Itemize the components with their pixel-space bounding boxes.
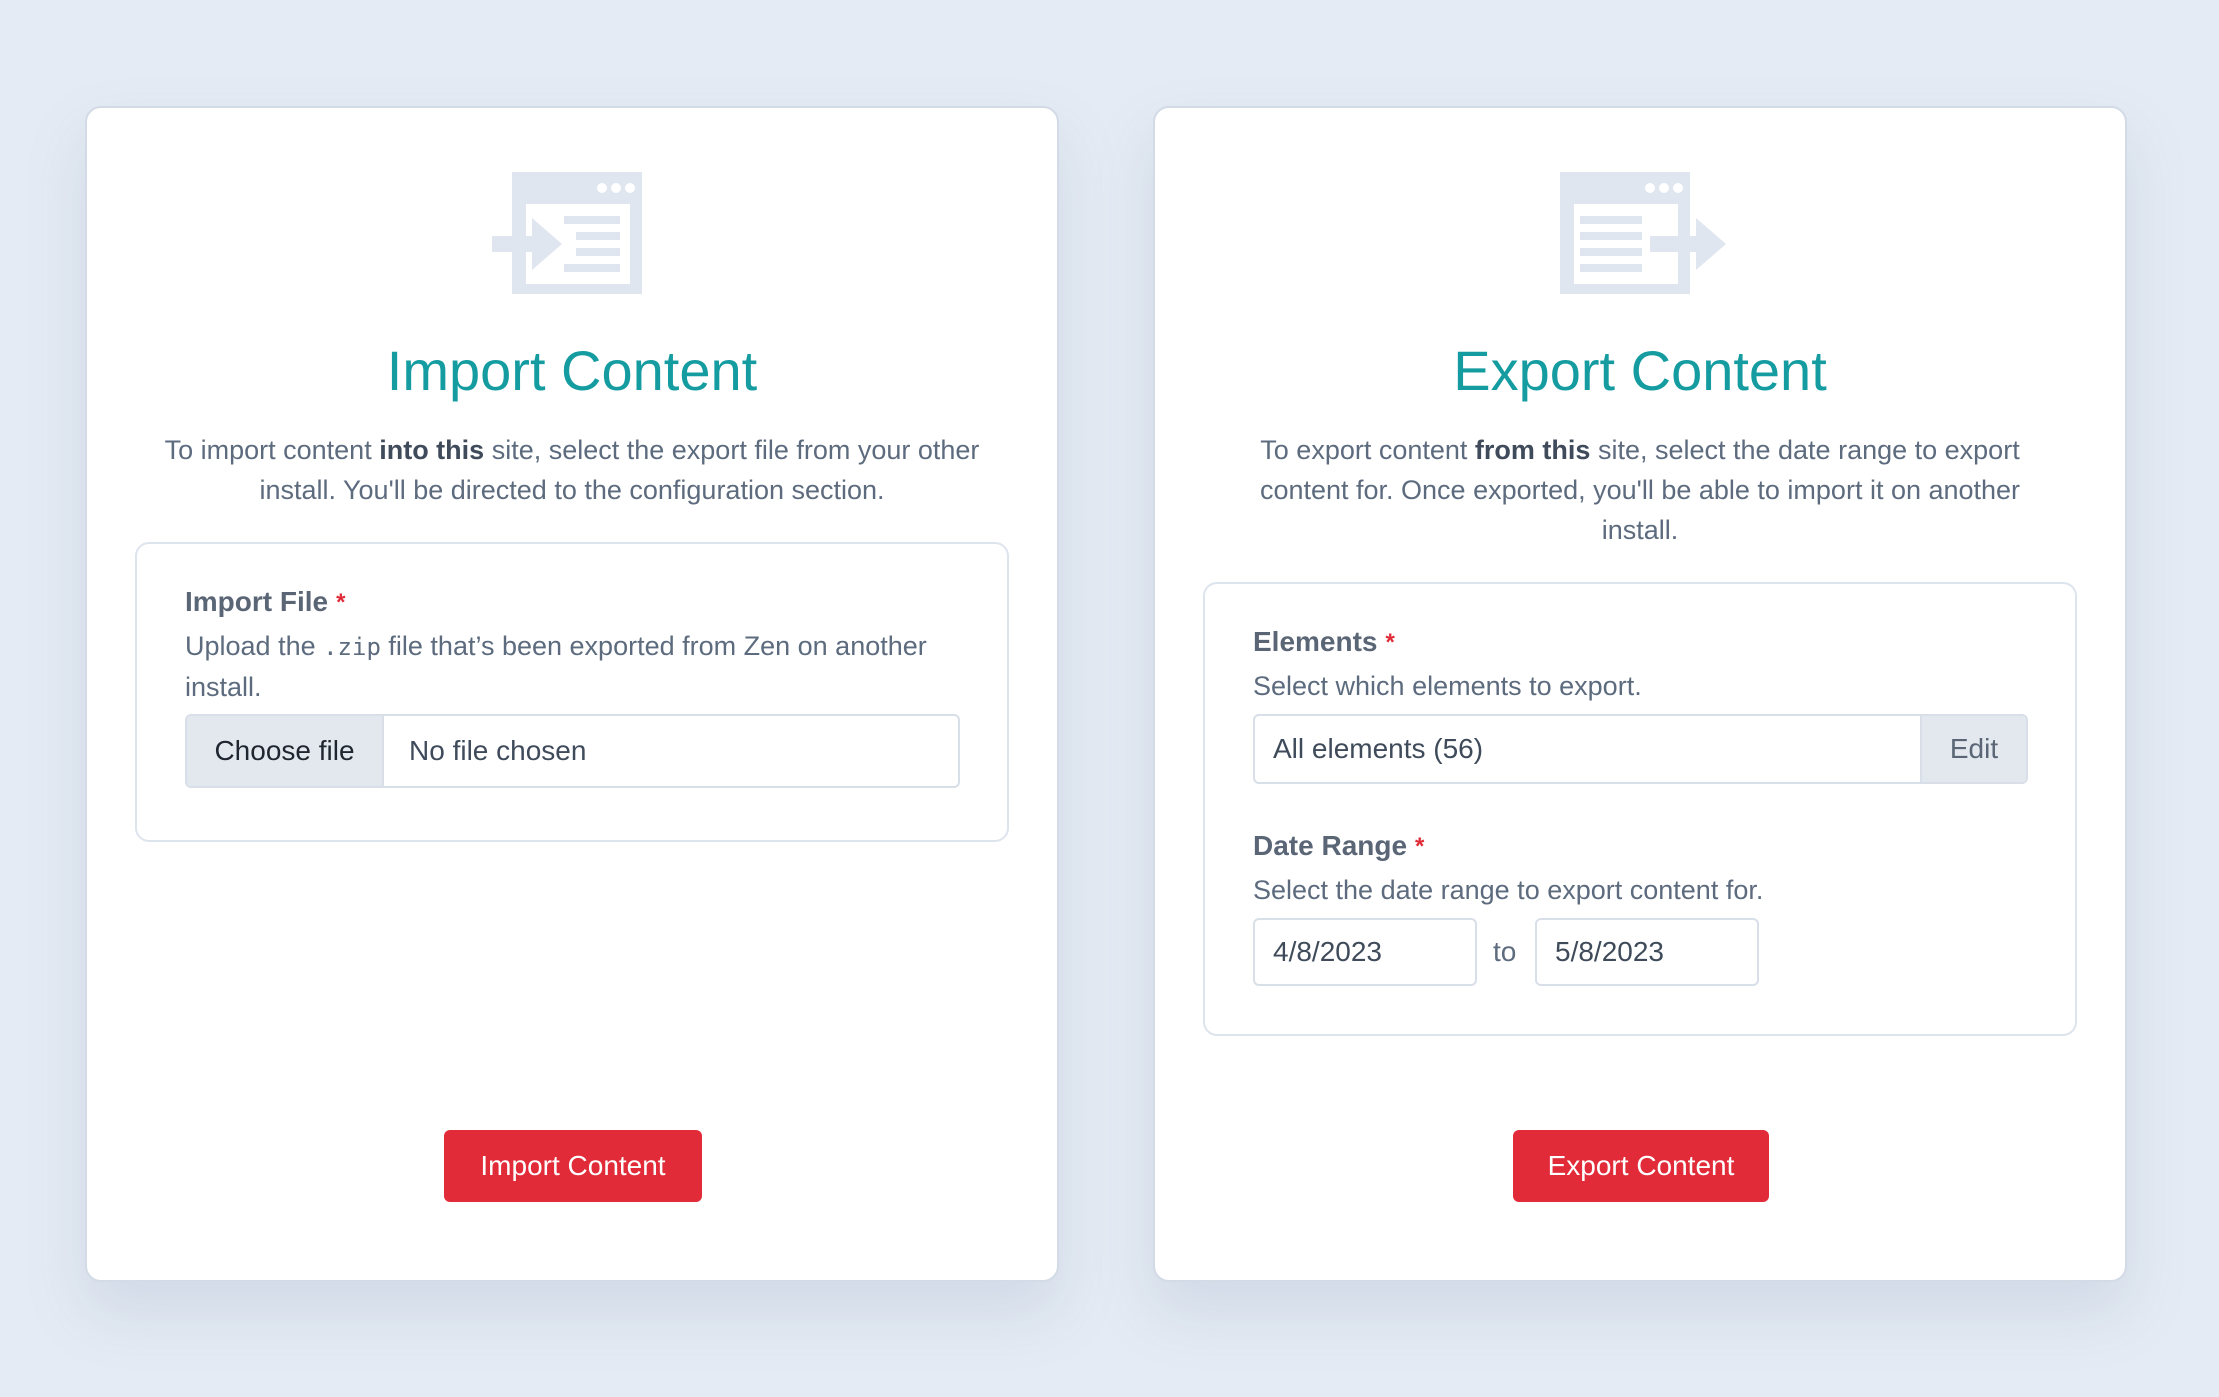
file-status: No file chosen <box>409 735 587 766</box>
export-title: Export Content <box>1453 339 1827 402</box>
export-document-icon <box>1560 172 1726 294</box>
import-file-help: Upload the .zip file that’s been exporte… <box>185 631 927 702</box>
elements-select[interactable]: All elements (56) Edit <box>1253 714 2028 784</box>
import-card: Import Content To import content into th… <box>85 106 1059 1282</box>
export-card: Export Content To export content from th… <box>1153 106 2127 1282</box>
required-indicator: * <box>336 589 346 616</box>
required-indicator: * <box>1385 629 1395 656</box>
import-file-label: Import File * <box>185 586 346 617</box>
choose-file-button[interactable]: Choose file <box>187 716 384 786</box>
date-range-label: Date Range * <box>1253 830 1425 861</box>
edit-elements-button[interactable]: Edit <box>1920 716 2026 782</box>
import-title: Import Content <box>386 339 758 402</box>
import-content-button[interactable]: Import Content <box>444 1130 702 1202</box>
export-settings-panel: Elements * Select which elements to expor… <box>1203 582 2077 1036</box>
export-description: To export content from this site, select… <box>1259 435 2021 545</box>
elements-label: Elements * <box>1253 626 1395 657</box>
date-separator: to <box>1493 936 1517 967</box>
import-description: To import content into this site, select… <box>164 435 980 505</box>
import-file-panel: Import File * Upload the .zip file that’s… <box>135 542 1009 842</box>
date-to-input[interactable]: 5/8/2023 <box>1535 918 1759 986</box>
export-content-button[interactable]: Export Content <box>1513 1130 1769 1202</box>
elements-value: All elements (56) <box>1273 733 1484 764</box>
import-file-input[interactable]: Choose file No file chosen <box>185 714 960 788</box>
import-document-icon <box>492 172 642 294</box>
required-indicator: * <box>1415 833 1425 860</box>
date-range-help: Select the date range to export content … <box>1253 875 1764 905</box>
elements-help: Select which elements to export. <box>1253 671 1642 701</box>
date-from-input[interactable]: 4/8/2023 <box>1253 918 1477 986</box>
